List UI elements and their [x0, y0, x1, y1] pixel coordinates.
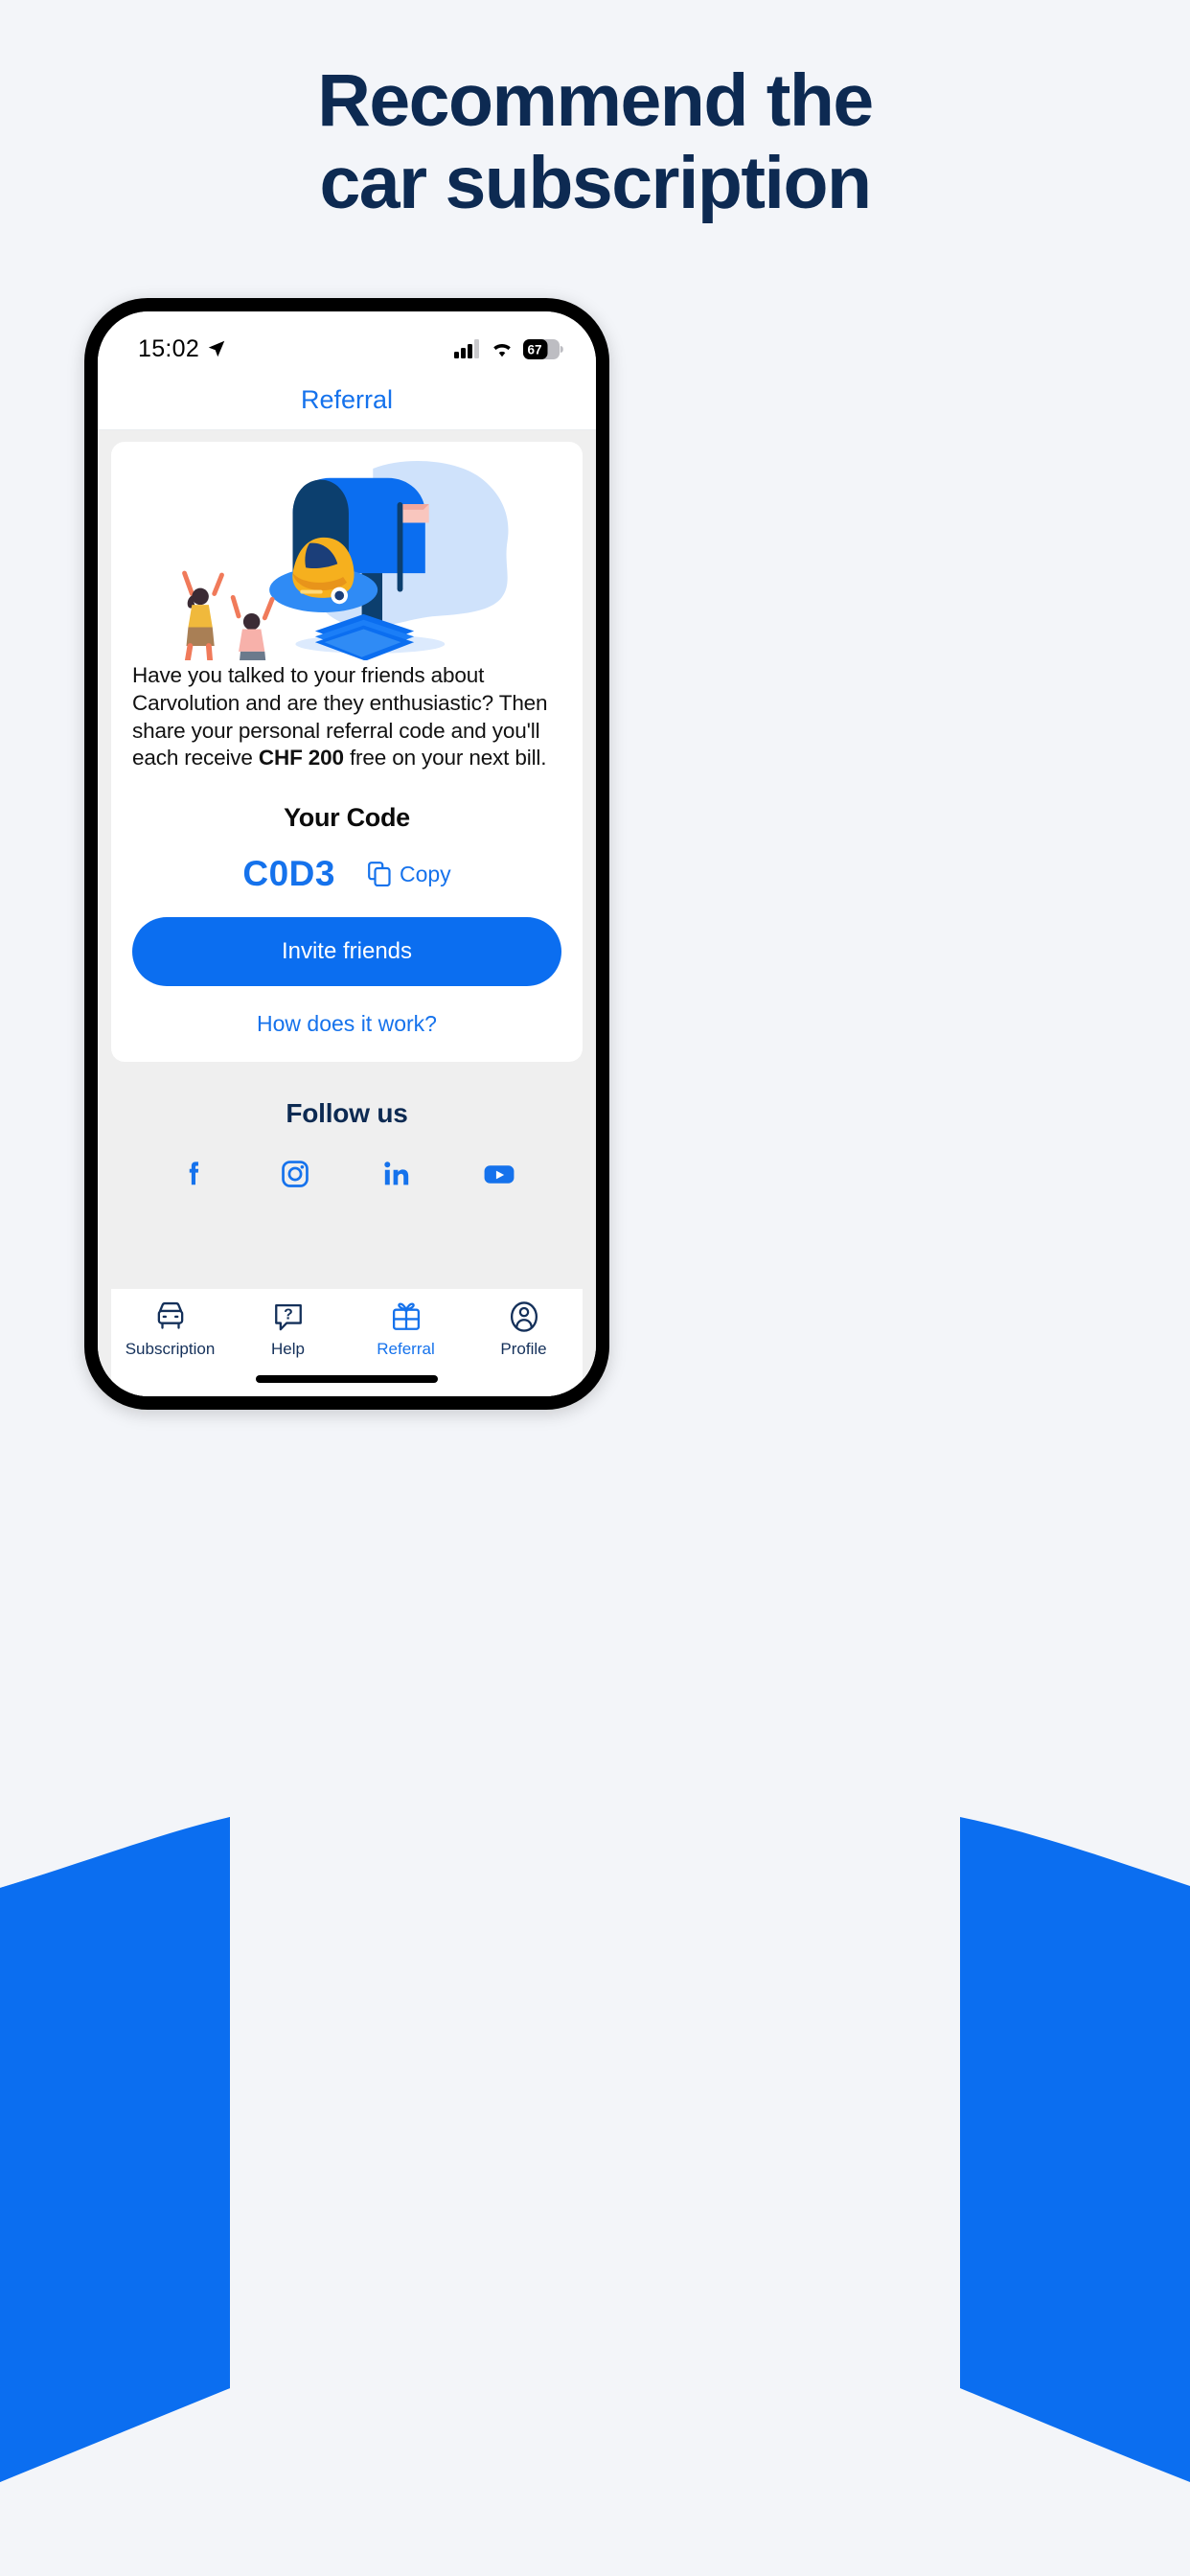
invite-friends-button[interactable]: Invite friends [132, 917, 561, 987]
cellular-signal-icon [454, 339, 479, 358]
facebook-icon[interactable] [177, 1158, 210, 1190]
tab-referral-label: Referral [377, 1340, 435, 1358]
phone-screen: 15:02 67 Referral Have you talked to you… [98, 311, 596, 1396]
tab-help-label: Help [271, 1340, 305, 1358]
social-links [111, 1158, 583, 1190]
referral-code-value[interactable]: C0D3 [242, 854, 335, 894]
page-title: Recommend the car subscription [0, 59, 1190, 224]
status-bar-left: 15:02 [138, 335, 227, 363]
battery-percent-label: 67 [527, 342, 541, 356]
status-bar-right: 67 [454, 338, 563, 359]
referral-card: Have you talked to your friends about Ca… [111, 442, 583, 1063]
headline-line-1: Recommend the [317, 59, 874, 142]
youtube-icon[interactable] [482, 1158, 516, 1190]
person-circle-icon [510, 1301, 538, 1332]
copy-label: Copy [399, 861, 451, 886]
question-bubble-icon: ? [274, 1303, 302, 1331]
status-bar: 15:02 67 [98, 311, 596, 371]
instagram-icon[interactable] [279, 1158, 311, 1190]
tab-subscription-label: Subscription [125, 1340, 216, 1358]
svg-text:?: ? [284, 1307, 293, 1323]
your-code-heading: Your Code [284, 803, 410, 833]
screen-content: Have you talked to your friends about Ca… [98, 430, 596, 1396]
status-bar-time: 15:02 [138, 334, 200, 362]
battery-icon: 67 [523, 338, 563, 359]
linkedin-icon[interactable] [380, 1158, 413, 1190]
car-icon [157, 1301, 183, 1329]
tab-help[interactable]: ? Help [229, 1300, 347, 1359]
tab-subscription[interactable]: Subscription [111, 1300, 229, 1359]
follow-us-section: Follow us [111, 1062, 583, 1289]
mailbox-car-referral-illustration [182, 461, 509, 660]
referral-amount: CHF 200 [258, 746, 344, 770]
how-does-it-work-link[interactable]: How does it work? [132, 1011, 561, 1037]
navbar-title: Referral [300, 385, 394, 414]
app-navbar: Referral [98, 371, 596, 430]
code-row: C0D3 Copy [132, 854, 561, 894]
wifi-icon [493, 344, 511, 357]
copy-code-button[interactable]: Copy [368, 862, 451, 887]
follow-us-heading: Follow us [286, 1098, 408, 1129]
tab-profile[interactable]: Profile [465, 1300, 583, 1359]
phone-mockup-frame: 15:02 67 Referral Have you talked to you… [84, 298, 609, 1410]
gift-icon [392, 1302, 420, 1330]
copy-icon [368, 862, 391, 887]
headline-line-2: car subscription [319, 142, 872, 225]
tab-referral[interactable]: Referral [347, 1300, 465, 1359]
location-arrow-icon [208, 340, 225, 357]
tab-profile-label: Profile [500, 1340, 547, 1358]
home-indicator[interactable] [256, 1375, 438, 1383]
referral-description-part2: free on your next bill. [343, 746, 547, 770]
referral-description: Have you talked to your friends about Ca… [132, 662, 561, 772]
